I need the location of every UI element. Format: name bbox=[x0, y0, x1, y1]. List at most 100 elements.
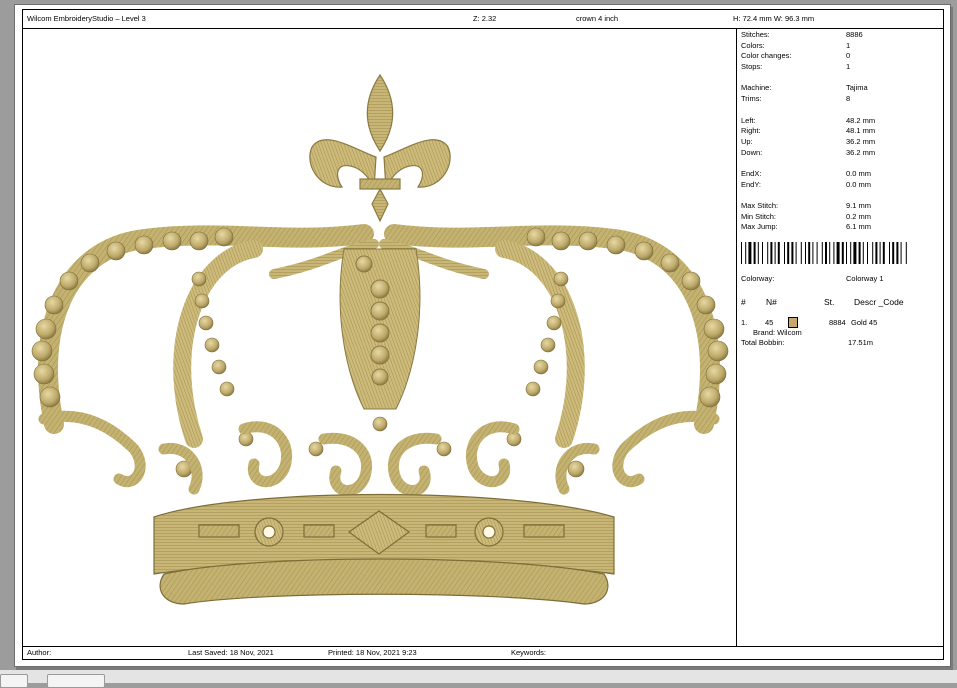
barcode-bar bbox=[889, 242, 890, 264]
footer-divider bbox=[23, 646, 943, 647]
barcode-bar bbox=[777, 242, 780, 264]
pearl-bead bbox=[660, 253, 680, 273]
report-frame: Wilcom EmbroideryStudio – Level 3 Z: 2.3… bbox=[22, 9, 944, 660]
stat-machine: Machine: Tajima bbox=[741, 83, 868, 92]
barcode-bar bbox=[872, 242, 874, 264]
app-title: Wilcom EmbroideryStudio – Level 3 bbox=[27, 14, 146, 23]
barcode-image bbox=[741, 242, 907, 264]
pearl-bead bbox=[634, 241, 654, 261]
barcode-bar bbox=[846, 242, 847, 264]
barcode-bar bbox=[862, 242, 864, 264]
barcode-bar bbox=[825, 242, 827, 264]
window-bottom-strip bbox=[0, 670, 957, 683]
footer-author: Author: bbox=[27, 648, 52, 657]
pearl-bead bbox=[80, 253, 100, 273]
total-bobbin: Total Bobbin: 17.51m bbox=[741, 338, 874, 347]
pearl-bead bbox=[699, 386, 721, 408]
barcode-bar bbox=[770, 242, 773, 264]
crown-band bbox=[153, 493, 615, 605]
footer-printed: Printed: 18 Nov, 2021 9:23 bbox=[328, 648, 417, 657]
pearl-bead bbox=[540, 337, 556, 353]
barcode-bar bbox=[753, 242, 756, 264]
panel-divider bbox=[736, 28, 737, 646]
stat-max-jump: Max Jump: 6.1 mm bbox=[741, 222, 872, 231]
stat-max-stitch: Max Stitch: 9.1 mm bbox=[741, 201, 872, 210]
barcode-bar bbox=[805, 242, 806, 264]
design-dimensions: H: 72.4 mm W: 96.3 mm bbox=[733, 14, 815, 23]
stat-stitches: Stitches: 8886 bbox=[741, 30, 863, 39]
stat-stops: Stops: 1 bbox=[741, 62, 851, 71]
barcode-bar bbox=[757, 242, 759, 264]
barcode-bar bbox=[892, 242, 895, 264]
barcode-bar bbox=[867, 242, 868, 264]
stat-endy: EndY: 0.0 mm bbox=[741, 180, 872, 189]
pearl-bead bbox=[39, 386, 61, 408]
pearl-bead bbox=[436, 441, 452, 457]
barcode-bar bbox=[850, 242, 852, 264]
barcode-bar bbox=[836, 242, 840, 264]
pearl-bead bbox=[204, 337, 220, 353]
pearl-bead bbox=[550, 293, 566, 309]
pearl-bead bbox=[191, 271, 207, 287]
barcode-bar bbox=[829, 242, 831, 264]
barcode-bar bbox=[900, 242, 902, 264]
stat-trims: Trims: 8 bbox=[741, 94, 851, 103]
barcode-bar bbox=[784, 242, 785, 264]
barcode-bar bbox=[748, 242, 752, 264]
barcode-bar bbox=[767, 242, 769, 264]
color-table-header: # N# St. Descr _Code bbox=[741, 297, 904, 307]
colorway-row: Colorway: Colorway 1 bbox=[741, 274, 884, 283]
pearl-bead bbox=[703, 318, 725, 340]
barcode-bar bbox=[745, 242, 747, 264]
pearl-bead bbox=[44, 295, 64, 315]
pearl-bead bbox=[606, 235, 626, 255]
barcode-bar bbox=[795, 242, 797, 264]
zoom-level: Z: 2.32 bbox=[473, 14, 497, 23]
pearl-bead bbox=[525, 381, 541, 397]
pearl-bead bbox=[567, 460, 585, 478]
pearl-bead bbox=[194, 293, 210, 309]
stat-color-changes: Color changes: 0 bbox=[741, 51, 851, 60]
barcode-bar bbox=[821, 242, 823, 264]
pearl-bead bbox=[211, 359, 227, 375]
barcode-bar bbox=[882, 242, 885, 264]
design-canvas bbox=[24, 29, 736, 642]
pearl-bead bbox=[31, 340, 53, 362]
barcode-bar bbox=[762, 242, 763, 264]
stat-down: Down: 36.2 mm bbox=[741, 148, 876, 157]
pearl-bead bbox=[681, 271, 701, 291]
barcode-bar bbox=[875, 242, 878, 264]
central-column bbox=[339, 248, 421, 410]
pearl-bead bbox=[696, 295, 716, 315]
pearl-bead bbox=[526, 227, 546, 247]
pearl-bead bbox=[533, 359, 549, 375]
barcode-bar bbox=[879, 242, 881, 264]
pearl-bead bbox=[707, 340, 729, 362]
barcode-bar bbox=[896, 242, 899, 264]
footer-keywords: Keywords: bbox=[511, 648, 547, 657]
taskbar-button-1[interactable] bbox=[0, 674, 28, 688]
barcode-bar bbox=[816, 242, 818, 264]
barcode-bar bbox=[800, 242, 802, 264]
design-name: crown 4 inch bbox=[576, 14, 619, 23]
barcode-bar bbox=[905, 242, 907, 264]
thread-color-swatch bbox=[788, 317, 798, 328]
crown-embroidery-image bbox=[31, 73, 729, 605]
pearl-bead bbox=[189, 231, 209, 251]
stat-right: Right: 48.1 mm bbox=[741, 126, 876, 135]
pearl-bead bbox=[106, 241, 126, 261]
pearl-bead bbox=[35, 318, 57, 340]
fleur-de-lis bbox=[309, 73, 451, 223]
pearl-bead bbox=[198, 315, 214, 331]
pearl-bead bbox=[219, 381, 235, 397]
pearl-bead bbox=[59, 271, 79, 291]
barcode-bar bbox=[741, 242, 742, 264]
barcode-bar bbox=[808, 242, 811, 264]
footer-last-saved: Last Saved: 18 Nov, 2021 bbox=[188, 648, 274, 657]
stat-endx: EndX: 0.0 mm bbox=[741, 169, 872, 178]
taskbar-button-2[interactable] bbox=[47, 674, 105, 688]
pearl-bead bbox=[372, 416, 388, 432]
barcode-bar bbox=[787, 242, 790, 264]
barcode-bar bbox=[791, 242, 794, 264]
print-preview-page: Wilcom EmbroideryStudio – Level 3 Z: 2.3… bbox=[14, 4, 951, 667]
